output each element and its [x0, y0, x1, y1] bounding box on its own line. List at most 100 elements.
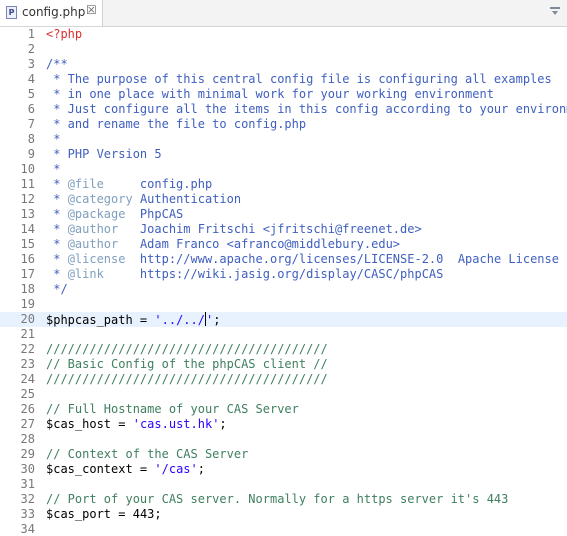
- code-line[interactable]: 1 <?php: [0, 27, 567, 42]
- code-token: ///////////////////////////////////////: [46, 372, 328, 386]
- line-number: 2: [27, 42, 35, 56]
- code-line[interactable]: 12 * @category Authentication: [0, 192, 567, 207]
- line-number: 19: [20, 297, 35, 311]
- code-line[interactable]: 33 $cas_port = 443;: [0, 507, 567, 522]
- code-line[interactable]: 32 // Port of your CAS server. Normally f…: [0, 492, 567, 507]
- code-token: Joachim Fritschi <jfritschi@freenet.de>: [118, 222, 422, 236]
- code-line[interactable]: 11 * @file config.php: [0, 177, 567, 192]
- code-line[interactable]: 16 * @license http://www.apache.org/lice…: [0, 252, 567, 267]
- code-token: https://wiki.jasig.org/display/CASC/phpC…: [103, 267, 444, 281]
- code-line[interactable]: 31: [0, 477, 567, 492]
- code-line[interactable]: 4 * The purpose of this central config f…: [0, 72, 567, 87]
- code-line[interactable]: 22 //////////////////////////////////////…: [0, 342, 567, 357]
- code-token: =: [132, 462, 155, 476]
- line-number: 8: [27, 132, 35, 146]
- code-token: // Port of your CAS server. Normally for…: [46, 492, 509, 506]
- code-token: 'cas.ust.hk': [132, 417, 220, 431]
- code-line[interactable]: 20 $phpcas_path = '../../';: [0, 312, 567, 327]
- line-number: 11: [20, 177, 35, 191]
- code-token: config.php: [103, 177, 213, 191]
- code-token: *: [46, 162, 61, 176]
- code-text: *: [46, 162, 60, 177]
- line-number: 3: [27, 57, 35, 71]
- code-line[interactable]: 14 * @author Joachim Fritschi <jfritschi…: [0, 222, 567, 237]
- code-line[interactable]: 10 *: [0, 162, 567, 177]
- code-line[interactable]: 29 // Context of the CAS Server: [0, 447, 567, 462]
- minimize-editor-icon[interactable]: [546, 3, 564, 19]
- code-text: // Port of your CAS server. Normally for…: [46, 492, 508, 507]
- code-token: =: [111, 417, 133, 431]
- line-number: 26: [20, 402, 35, 416]
- line-number: 24: [20, 372, 35, 386]
- code-token: * PHP Version 5: [46, 147, 162, 161]
- code-line[interactable]: 13 * @package PhpCAS: [0, 207, 567, 222]
- code-token: *: [46, 252, 68, 266]
- code-text: * Just configure all the items in this c…: [46, 102, 567, 117]
- code-text: $cas_host = 'cas.ust.hk';: [46, 417, 227, 432]
- code-token: @author: [67, 222, 119, 236]
- code-text: * The purpose of this central config fil…: [46, 72, 552, 87]
- code-token: @author: [67, 237, 119, 251]
- code-line[interactable]: 9 * PHP Version 5: [0, 147, 567, 162]
- code-text: * @category Authentication: [46, 192, 241, 207]
- tab-config-php[interactable]: P config.php ☒: [0, 0, 103, 26]
- code-line[interactable]: 18 */: [0, 282, 567, 297]
- line-number: 28: [20, 432, 35, 446]
- code-token: ;: [197, 462, 205, 476]
- code-token: ///////////////////////////////////////: [46, 342, 328, 356]
- code-line[interactable]: 2: [0, 42, 567, 57]
- code-token: ;: [219, 417, 227, 431]
- code-text: $cas_context = '/cas';: [46, 462, 205, 477]
- code-line[interactable]: 7 * and rename the file to config.php: [0, 117, 567, 132]
- code-token: ;: [154, 507, 162, 521]
- code-line[interactable]: 6 * Just configure all the items in this…: [0, 102, 567, 117]
- code-line[interactable]: 26 // Full Hostname of your CAS Server: [0, 402, 567, 417]
- code-token: /**: [46, 57, 68, 71]
- code-line[interactable]: 8 *: [0, 132, 567, 147]
- code-token: * Just configure all the items in this c…: [46, 102, 567, 116]
- code-line[interactable]: 30 $cas_context = '/cas';: [0, 462, 567, 477]
- line-number: 27: [20, 417, 35, 431]
- code-line[interactable]: 28: [0, 432, 567, 447]
- code-token: =: [132, 313, 155, 327]
- code-token: PhpCAS: [125, 207, 184, 221]
- code-text: * @author Joachim Fritschi <jfritschi@fr…: [46, 222, 422, 237]
- close-tab-icon[interactable]: ☒: [86, 3, 97, 17]
- code-text: * @link https://wiki.jasig.org/display/C…: [46, 267, 443, 282]
- code-text: // Full Hostname of your CAS Server: [46, 402, 299, 417]
- code-token: @package: [67, 207, 126, 221]
- code-token: $cas_host: [46, 417, 112, 431]
- code-token: *: [46, 222, 68, 236]
- code-token: // Context of the CAS Server: [46, 447, 249, 461]
- code-line[interactable]: 27 $cas_host = 'cas.ust.hk';: [0, 417, 567, 432]
- code-text: <?php: [46, 27, 82, 42]
- code-line[interactable]: 19: [0, 297, 567, 312]
- line-number: 22: [20, 342, 35, 356]
- code-line[interactable]: 25: [0, 387, 567, 402]
- line-number: 6: [27, 102, 35, 116]
- code-text: // Context of the CAS Server: [46, 447, 248, 462]
- code-line[interactable]: 21: [0, 327, 567, 342]
- code-editor[interactable]: 1 <?php 2 3 /** 4 * The purpose of this centr…: [0, 27, 567, 536]
- code-token: http://www.apache.org/licenses/LICENSE-2…: [125, 252, 567, 266]
- code-line[interactable]: 24 //////////////////////////////////////…: [0, 372, 567, 387]
- code-text: // Basic Config of the phpCAS client //: [46, 357, 328, 372]
- line-number: 21: [20, 327, 35, 341]
- line-number: 9: [27, 147, 35, 161]
- code-line[interactable]: 17 * @link https://wiki.jasig.org/displa…: [0, 267, 567, 282]
- code-line[interactable]: 34: [0, 522, 567, 536]
- code-text: */: [46, 282, 67, 297]
- php-file-icon: P: [6, 6, 17, 19]
- code-line[interactable]: 5 * in one place with minimal work for y…: [0, 87, 567, 102]
- line-number: 30: [20, 462, 35, 476]
- line-number: 17: [20, 267, 35, 281]
- code-line[interactable]: 3 /**: [0, 57, 567, 72]
- code-token: // Basic Config of the phpCAS client //: [46, 357, 328, 371]
- code-token: 443: [132, 507, 155, 521]
- line-number: 5: [27, 87, 35, 101]
- line-number: 10: [20, 162, 35, 176]
- code-text: ///////////////////////////////////////: [46, 372, 328, 387]
- code-line[interactable]: 15 * @author Adam Franco <afranco@middle…: [0, 237, 567, 252]
- code-line[interactable]: 23 // Basic Config of the phpCAS client /…: [0, 357, 567, 372]
- line-number: 29: [20, 447, 35, 461]
